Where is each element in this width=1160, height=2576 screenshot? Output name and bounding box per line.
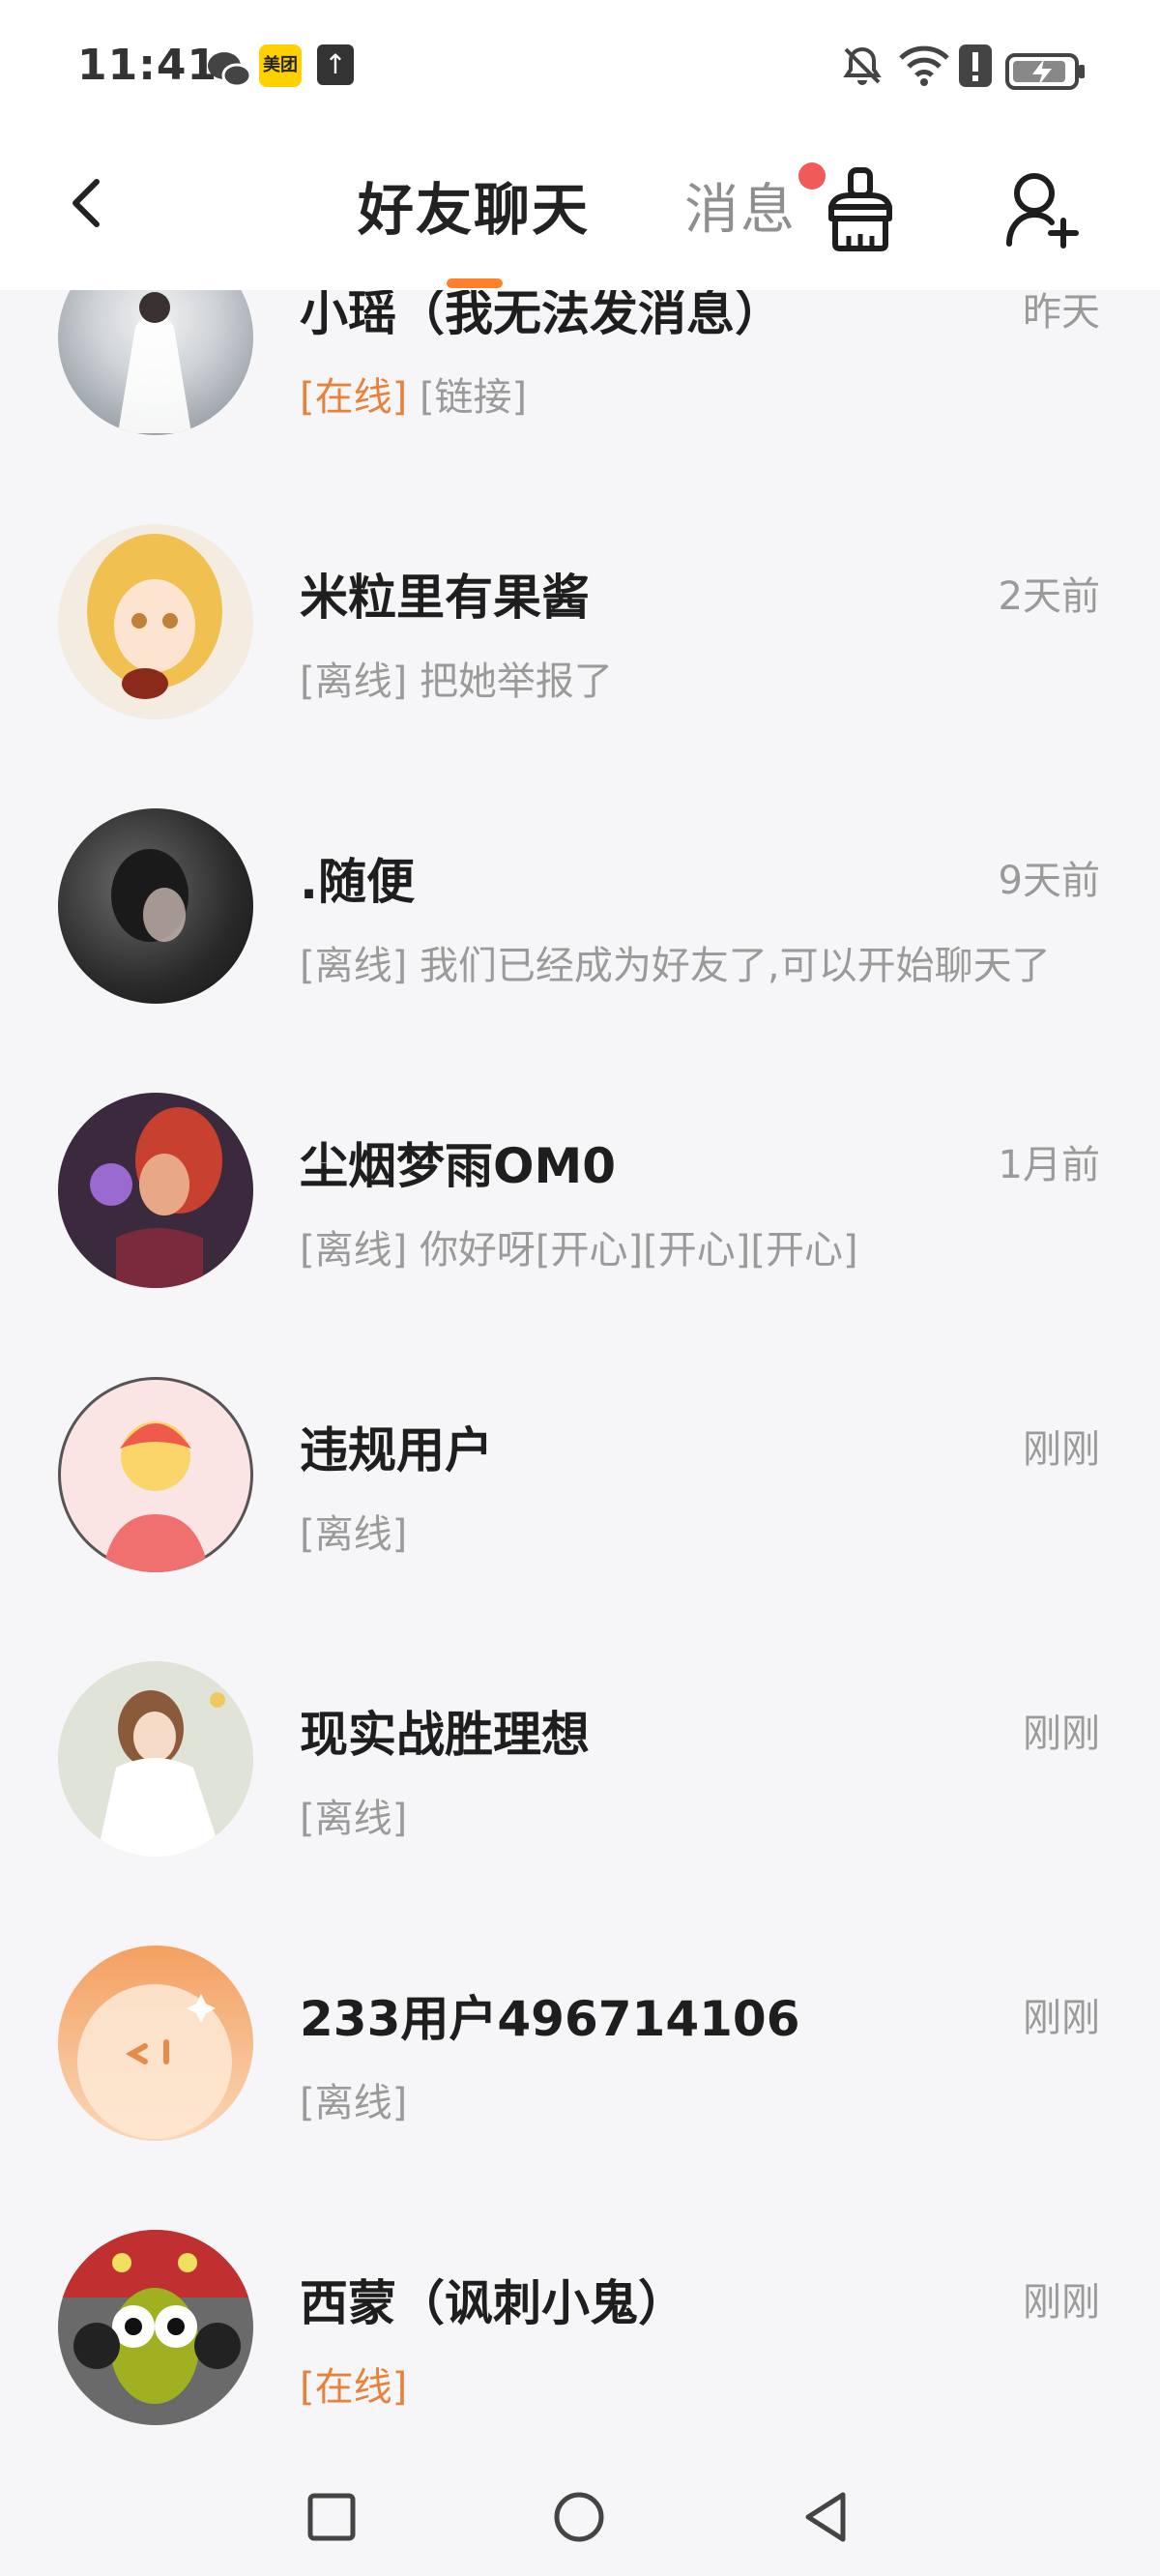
back-nav-icon[interactable]	[802, 2491, 849, 2543]
chat-time: 1月前	[998, 1143, 1100, 1187]
chat-time: 昨天	[1023, 290, 1100, 335]
avatar	[58, 1093, 253, 1288]
chat-status: [离线]	[300, 944, 408, 988]
chat-list: 小瑶（我无法发消息） 昨天 [在线] [链接] 米粒里有果酱 2天前 [离线] …	[0, 290, 1160, 2452]
chat-message: [链接]	[419, 375, 528, 420]
chat-item[interactable]: 尘烟梦雨OM0 1月前 [离线] 你好呀[开心][开心][开心]	[0, 1048, 1160, 1332]
chat-preview: [离线] 你好呀[开心][开心][开心]	[300, 1218, 1083, 1274]
chat-message: 你好呀[开心][开心][开心]	[419, 1228, 858, 1273]
meituan-icon: 美团	[259, 44, 302, 87]
upload-icon: ↑	[317, 44, 354, 85]
chat-item[interactable]: 西蒙（讽刺小鬼） 刚刚 [在线]	[0, 2185, 1160, 2452]
status-bar: 11:41 美团 ↑	[0, 0, 1160, 145]
home-icon[interactable]	[553, 2491, 605, 2543]
chat-time: 9天前	[998, 859, 1100, 903]
avatar	[58, 290, 253, 435]
chat-preview: [在线]	[300, 2356, 1083, 2412]
avatar	[58, 2230, 253, 2425]
chat-item[interactable]: .随便 9天前 [离线] 我们已经成为好友了,可以开始聊天了	[0, 764, 1160, 1048]
chat-status: [离线]	[300, 2081, 408, 2125]
chat-preview: [离线]	[300, 1787, 1083, 1843]
chat-time: 2天前	[998, 574, 1100, 619]
battery-charging-icon	[1005, 53, 1085, 90]
chat-status: [在线]	[300, 2365, 408, 2410]
chat-time: 刚刚	[1023, 1712, 1100, 1756]
add-friend-icon[interactable]	[1003, 170, 1081, 249]
alert-icon	[959, 44, 992, 87]
avatar	[58, 808, 253, 1004]
chat-preview: [离线] 把她举报了	[300, 650, 1083, 706]
back-icon[interactable]	[58, 174, 116, 232]
chat-item[interactable]: 小瑶（我无法发消息） 昨天 [在线] [链接]	[0, 290, 1160, 480]
chat-name: 尘烟梦雨OM0	[300, 1138, 617, 1194]
avatar	[58, 1661, 253, 1857]
chat-item[interactable]: 米粒里有果酱 2天前 [离线] 把她举报了	[0, 480, 1160, 764]
chat-message: 把她举报了	[419, 659, 613, 704]
chat-item[interactable]: 违规用户 刚刚 [离线]	[0, 1332, 1160, 1617]
avatar	[58, 1377, 253, 1572]
chat-time: 刚刚	[1023, 1996, 1100, 2040]
chat-status: [离线]	[300, 1512, 408, 1557]
system-nav-bar	[0, 2452, 1160, 2576]
chat-status: [离线]	[300, 1228, 408, 1273]
tab-messages[interactable]: 消息	[684, 166, 797, 245]
avatar	[58, 1946, 253, 2141]
chat-name: 现实战胜理想	[300, 1707, 590, 1763]
wechat-icon	[208, 52, 251, 88]
avatar	[58, 524, 253, 719]
chat-name: 西蒙（讽刺小鬼）	[300, 2275, 686, 2331]
header: 好友聊天 消息	[0, 145, 1160, 290]
chat-preview: [离线]	[300, 1503, 1083, 1559]
chat-preview: [离线] 我们已经成为好友了,可以开始聊天了	[300, 934, 1083, 990]
chat-name: 小瑶（我无法发消息）	[300, 290, 783, 341]
chat-name: .随便	[300, 854, 415, 910]
chat-status: [离线]	[300, 659, 408, 704]
chat-name: 违规用户	[300, 1422, 493, 1478]
chat-time: 刚刚	[1023, 1427, 1100, 1472]
tab-active-indicator	[447, 278, 503, 288]
tab-friend-chat[interactable]: 好友聊天	[358, 164, 590, 246]
status-time: 11:41	[77, 41, 218, 90]
chat-status: [离线]	[300, 1797, 408, 1841]
chat-name: 米粒里有果酱	[300, 570, 590, 626]
chat-message: 我们已经成为好友了,可以开始聊天了	[419, 944, 1051, 988]
chat-preview: [在线] [链接]	[300, 366, 1083, 422]
wifi-icon	[899, 45, 949, 86]
chat-time: 刚刚	[1023, 2280, 1100, 2325]
chat-item[interactable]: 现实战胜理想 刚刚 [离线]	[0, 1617, 1160, 1901]
chat-preview: [离线]	[300, 2071, 1083, 2127]
chat-name: 233用户496714106	[300, 1991, 800, 2047]
recent-apps-icon[interactable]	[307, 2493, 356, 2541]
mute-bell-icon	[843, 46, 882, 85]
clean-broom-icon[interactable]	[822, 166, 899, 251]
chat-status: [在线]	[300, 375, 408, 420]
chat-item[interactable]: 233用户496714106 刚刚 [离线]	[0, 1901, 1160, 2185]
